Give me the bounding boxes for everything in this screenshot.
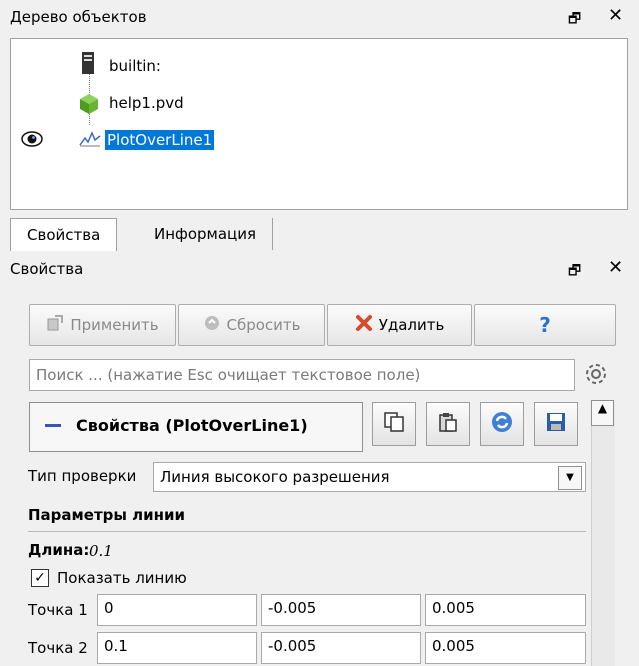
- dropdown-arrow-icon[interactable]: ▼: [558, 466, 582, 490]
- length-label: Длина:: [28, 541, 90, 559]
- paste-button[interactable]: [426, 402, 470, 446]
- apply-label: Применить: [70, 316, 159, 334]
- scroll-up-button[interactable]: ▲: [591, 400, 614, 426]
- server-icon: [81, 51, 95, 79]
- tab-information[interactable]: Информация: [138, 218, 274, 250]
- probe-type-select[interactable]: Линия высокого разрешения ▼: [153, 462, 586, 492]
- apply-button[interactable]: Применить: [29, 304, 176, 346]
- tree-item-builtin[interactable]: builtin:: [109, 57, 161, 75]
- search-input[interactable]: [29, 359, 575, 391]
- point2-y-input[interactable]: -0.005: [261, 632, 421, 664]
- reset-button[interactable]: Сбросить: [178, 304, 325, 346]
- section-divider: [28, 531, 586, 532]
- line-params-title: Параметры линии: [28, 506, 186, 524]
- probe-type-label: Тип проверки: [28, 467, 137, 485]
- point2-z-input[interactable]: 0.005: [425, 632, 586, 664]
- reload-button[interactable]: [480, 402, 524, 446]
- help-label: ?: [539, 313, 551, 337]
- refresh-icon: [490, 410, 514, 438]
- line-chart-icon: [79, 129, 101, 151]
- show-line-label: Показать линию: [57, 569, 187, 587]
- tree-item-help1[interactable]: help1.pvd: [109, 94, 184, 112]
- eye-icon[interactable]: [21, 131, 43, 151]
- reset-icon: [203, 314, 221, 336]
- tab-properties[interactable]: Свойства: [10, 218, 118, 251]
- pipeline-browser-titlebar: Дерево объектов 🗗 ✕: [0, 0, 639, 34]
- apply-icon: [46, 314, 64, 336]
- float-icon[interactable]: 🗗: [568, 260, 581, 284]
- point1-x-input[interactable]: 0: [97, 594, 257, 626]
- collapse-minus-icon[interactable]: [45, 424, 61, 427]
- point1-y-input[interactable]: -0.005: [261, 594, 421, 626]
- close-icon[interactable]: ✕: [608, 5, 623, 26]
- properties-titlebar: Свойства 🗗 ✕: [0, 252, 639, 286]
- save-icon: [545, 411, 567, 437]
- delete-button[interactable]: Удалить: [327, 304, 472, 346]
- copy-icon: [383, 411, 405, 437]
- section-title: Свойства (PlotOverLine1): [76, 416, 308, 435]
- float-icon[interactable]: 🗗: [568, 8, 581, 32]
- save-button[interactable]: [534, 402, 578, 446]
- point2-label: Точка 2: [28, 639, 88, 657]
- point2-x-input[interactable]: 0.1: [97, 632, 257, 664]
- point1-z-input[interactable]: 0.005: [425, 594, 586, 626]
- reset-label: Сбросить: [226, 316, 301, 334]
- length-value: 0.1: [89, 542, 113, 560]
- properties-title: Свойства: [10, 260, 84, 278]
- show-line-checkbox[interactable]: ✓: [31, 569, 49, 587]
- delete-x-icon: [355, 314, 373, 336]
- pipeline-browser-title: Дерево объектов: [10, 8, 147, 26]
- paste-icon: [437, 411, 459, 437]
- cube-icon: [78, 93, 100, 119]
- properties-section-header[interactable]: Свойства (PlotOverLine1): [29, 402, 363, 452]
- pipeline-tree: builtin: help1.pvd PlotOverLine1: [10, 38, 628, 210]
- gear-icon[interactable]: [582, 360, 610, 392]
- probe-type-value: Линия высокого разрешения: [160, 468, 390, 486]
- close-icon[interactable]: ✕: [608, 257, 623, 278]
- properties-scrollbar[interactable]: [591, 400, 615, 666]
- tree-item-plotoverline1[interactable]: PlotOverLine1: [105, 130, 215, 150]
- copy-button[interactable]: [372, 402, 416, 446]
- help-button[interactable]: ?: [474, 304, 616, 346]
- point1-label: Точка 1: [28, 601, 88, 619]
- delete-label: Удалить: [378, 316, 445, 334]
